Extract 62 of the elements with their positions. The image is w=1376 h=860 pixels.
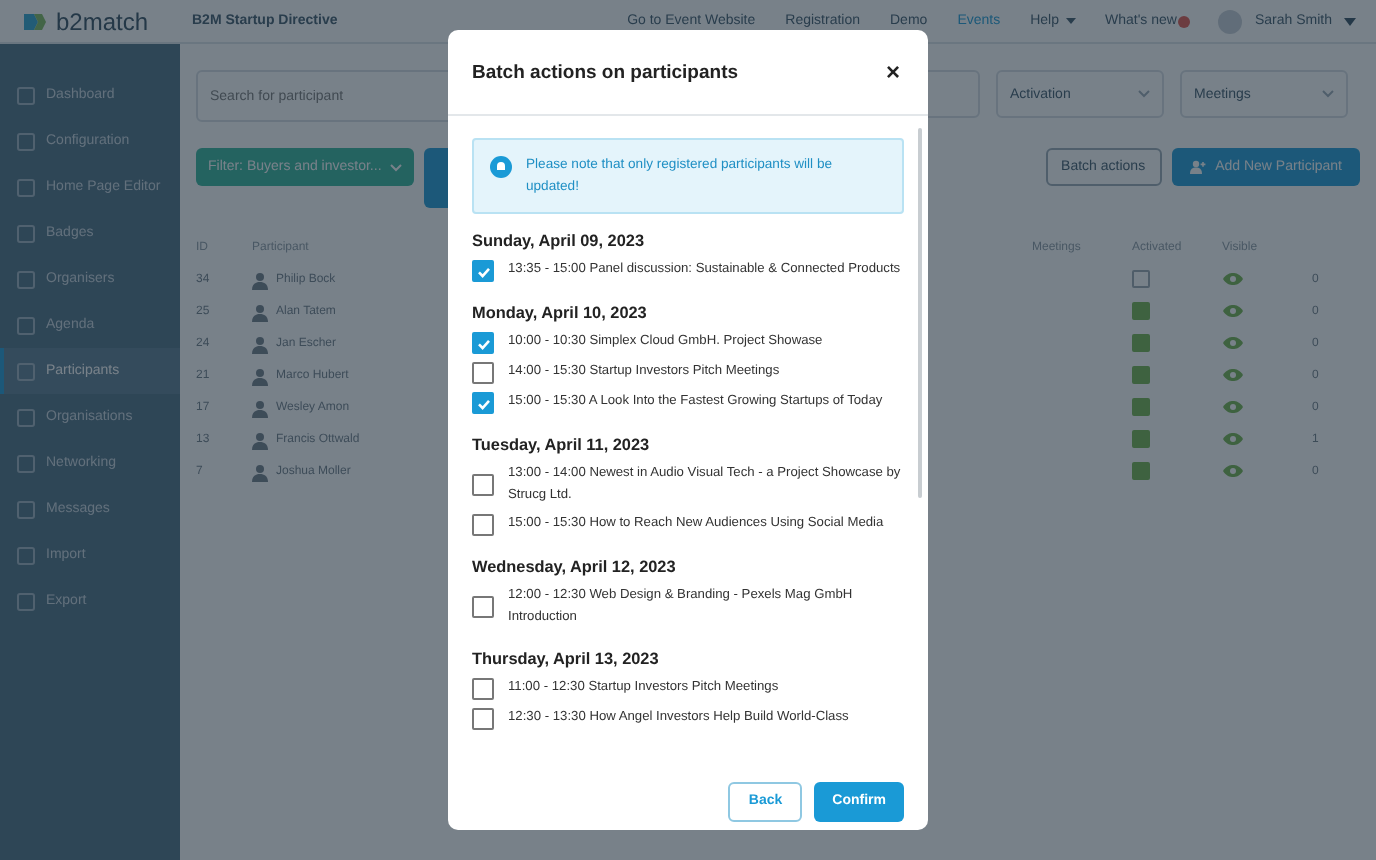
date-heading: Wednesday, April 12, 2023	[472, 558, 678, 576]
chevron-down-icon	[1138, 90, 1150, 98]
menu-item-icon	[16, 591, 36, 611]
eye-icon[interactable]	[1222, 431, 1244, 445]
date-heading: Tuesday, April 11, 2023	[472, 436, 652, 454]
person-icon	[252, 399, 268, 417]
eye-icon[interactable]	[1222, 399, 1244, 413]
caret-icon	[1065, 17, 1075, 24]
menu-item-icon	[16, 85, 36, 105]
menu-item-icon	[16, 131, 36, 151]
modal-title: Batch actions on participants	[472, 61, 739, 83]
menu-item-icon	[16, 269, 36, 289]
session-checkbox[interactable]	[472, 362, 494, 384]
session-checkbox[interactable]	[472, 392, 494, 414]
close-button[interactable]: ×	[881, 58, 904, 86]
person-icon	[252, 431, 268, 449]
activated-checkbox[interactable]	[1132, 461, 1150, 479]
menu-item-icon	[16, 407, 36, 427]
eye-icon[interactable]	[1222, 335, 1244, 349]
add-user-icon	[1189, 160, 1206, 174]
session-checkbox[interactable]	[472, 260, 494, 282]
notification-badge	[1178, 15, 1191, 27]
eye-icon[interactable]	[1222, 303, 1244, 317]
person-icon	[252, 335, 268, 353]
menu-item-icon	[16, 223, 36, 243]
menu-item-icon	[16, 177, 36, 197]
check-icon	[475, 395, 491, 411]
person-icon	[252, 303, 268, 321]
menu-item-icon	[16, 361, 36, 381]
eye-icon[interactable]	[1222, 271, 1244, 285]
date-heading: Thursday, April 13, 2023	[472, 650, 661, 668]
menu-item-icon	[16, 315, 36, 335]
eye-icon[interactable]	[1222, 463, 1244, 477]
activated-checkbox[interactable]	[1132, 365, 1150, 383]
person-icon	[252, 367, 268, 385]
check-icon	[475, 263, 491, 279]
alert-icon	[490, 156, 512, 178]
activated-checkbox[interactable]	[1132, 301, 1150, 319]
chevron-down-icon	[389, 163, 402, 171]
eye-icon[interactable]	[1222, 367, 1244, 381]
activated-checkbox[interactable]	[1132, 269, 1150, 287]
chevron-down-icon	[1322, 90, 1334, 98]
session-checkbox[interactable]	[472, 596, 494, 618]
caret-icon[interactable]	[1344, 17, 1356, 25]
activated-checkbox[interactable]	[1132, 397, 1150, 415]
check-icon	[475, 335, 491, 351]
person-icon	[252, 463, 268, 481]
date-heading: Monday, April 10, 2023	[472, 304, 649, 322]
session-checkbox[interactable]	[472, 708, 494, 730]
session-checkbox[interactable]	[472, 678, 494, 700]
session-checkbox[interactable]	[472, 474, 494, 496]
date-heading: Sunday, April 09, 2023	[472, 232, 647, 250]
menu-item-icon	[16, 545, 36, 565]
activated-checkbox[interactable]	[1132, 429, 1150, 447]
scrollbar[interactable]	[918, 128, 922, 498]
logo-text[interactable]: b2match	[56, 7, 149, 35]
menu-item-icon	[16, 499, 36, 519]
person-icon	[252, 271, 268, 289]
menu-item-icon	[16, 453, 36, 473]
session-checkbox[interactable]	[472, 332, 494, 354]
session-checkbox[interactable]	[472, 514, 494, 536]
activated-checkbox[interactable]	[1132, 333, 1150, 351]
